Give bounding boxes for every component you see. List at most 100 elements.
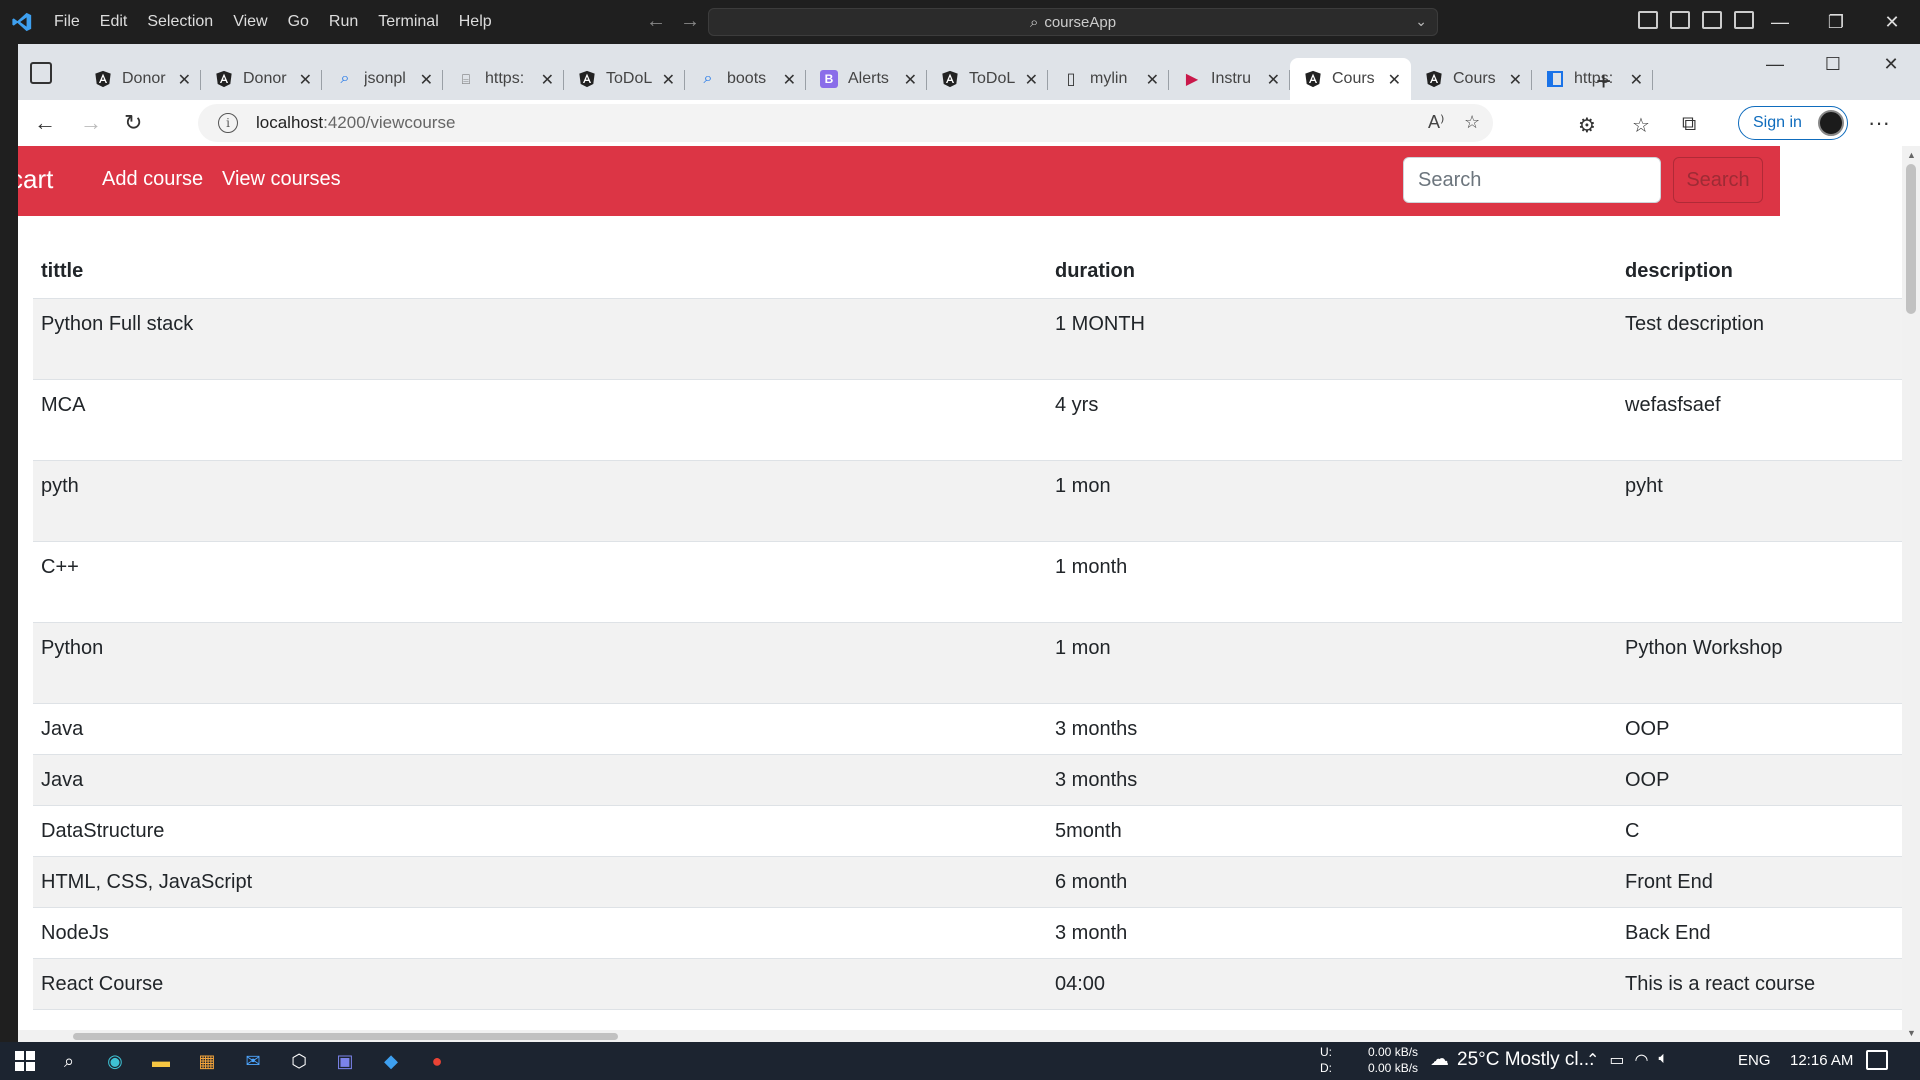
vscode-taskbar-icon[interactable]: ◆ xyxy=(378,1048,404,1074)
site-info-icon[interactable]: i xyxy=(218,113,238,133)
tab-title: Instru xyxy=(1211,70,1252,87)
chevron-down-icon[interactable]: ⌄ xyxy=(1415,13,1427,30)
notifications-icon[interactable] xyxy=(1866,1050,1888,1070)
menu-file[interactable]: File xyxy=(44,13,90,31)
tab-close-icon[interactable]: ✕ xyxy=(1267,70,1280,90)
tab-close-icon[interactable]: ✕ xyxy=(299,70,312,90)
command-center[interactable]: ⌕ courseApp ⌄ xyxy=(708,8,1438,36)
add-favorite-icon[interactable]: ☆ xyxy=(1464,112,1480,133)
scrollbar-thumb[interactable] xyxy=(1906,164,1916,314)
refresh-icon[interactable]: ↻ xyxy=(124,110,142,136)
volume-icon[interactable]: 🔈︎ xyxy=(1659,1050,1669,1070)
extensions-icon[interactable]: ⚙ xyxy=(1578,113,1596,138)
browser-tab[interactable]: ▶ Instru ✕ xyxy=(1169,58,1290,100)
windows-start-icon[interactable] xyxy=(12,1048,38,1074)
battery-icon[interactable]: ▭ xyxy=(1609,1050,1624,1070)
table-row: NodeJs 3 month Back End xyxy=(33,907,1913,959)
wifi-icon[interactable]: ◠ xyxy=(1635,1050,1649,1070)
toggle-secondary-sidebar-icon[interactable] xyxy=(1702,11,1722,29)
scroll-down-icon[interactable]: ▼ xyxy=(1907,1028,1916,1038)
close-icon[interactable]: ✕ xyxy=(1862,44,1920,84)
browser-tab[interactable]: Donor ✕ xyxy=(80,58,201,100)
vscode-nav-arrows: ← → xyxy=(646,10,700,33)
app-icon[interactable]: ⬡ xyxy=(286,1048,312,1074)
edge-icon[interactable]: ◉ xyxy=(102,1048,128,1074)
search-button[interactable]: Search xyxy=(1673,157,1763,203)
search-input[interactable] xyxy=(1403,157,1661,203)
collections-icon[interactable]: ⧉ xyxy=(1682,113,1696,136)
customize-layout-icon[interactable] xyxy=(1734,11,1754,29)
sign-in-button[interactable]: Sign in xyxy=(1738,106,1848,140)
browser-tab[interactable]: Cours ✕ xyxy=(1290,58,1411,100)
menu-view[interactable]: View xyxy=(223,13,277,31)
close-icon[interactable]: ✕ xyxy=(1864,0,1920,44)
forward-arrow-icon[interactable]: → xyxy=(680,10,700,33)
forward-arrow-icon[interactable]: → xyxy=(80,110,102,136)
browser-tab[interactable]: ToDoL ✕ xyxy=(927,58,1048,100)
browser-tab[interactable]: ToDoL ✕ xyxy=(564,58,685,100)
file-explorer-icon[interactable]: ▬ xyxy=(148,1048,174,1074)
toggle-panel-icon[interactable] xyxy=(1670,11,1690,29)
browser-tab[interactable]: ⌕ jsonpl ✕ xyxy=(322,58,443,100)
tab-close-icon[interactable]: ✕ xyxy=(1146,70,1159,90)
sign-in-label: Sign in xyxy=(1753,114,1802,131)
scroll-up-icon[interactable]: ▲ xyxy=(1907,150,1916,160)
menu-terminal[interactable]: Terminal xyxy=(368,13,448,31)
chrome-icon[interactable]: ● xyxy=(424,1048,450,1074)
toggle-sidebar-icon[interactable] xyxy=(1638,11,1658,29)
tab-close-icon[interactable]: ✕ xyxy=(541,70,554,90)
search-icon[interactable]: ⌕ xyxy=(56,1048,82,1074)
clock[interactable]: 12:16 AM xyxy=(1790,1052,1853,1069)
tab-close-icon[interactable]: ✕ xyxy=(783,70,796,90)
horizontal-scrollbar[interactable] xyxy=(18,1030,1902,1042)
restore-icon[interactable]: ❐ xyxy=(1808,0,1864,44)
tab-close-icon[interactable]: ✕ xyxy=(1509,70,1522,90)
tab-close-icon[interactable]: ✕ xyxy=(662,70,675,90)
mail-icon[interactable]: ✉ xyxy=(240,1048,266,1074)
more-options-icon[interactable]: ··· xyxy=(1868,110,1890,136)
store-icon[interactable]: ▦ xyxy=(194,1048,220,1074)
menu-help[interactable]: Help xyxy=(449,13,502,31)
browser-tab[interactable]: B Alerts ✕ xyxy=(806,58,927,100)
navbar-brand[interactable]: cart xyxy=(18,164,53,195)
nav-add-course[interactable]: Add course xyxy=(102,168,203,191)
address-bar[interactable]: i localhost:4200/viewcourse A⁾ ☆ xyxy=(198,104,1493,142)
browser-tab[interactable]: ⌸ https: ✕ xyxy=(443,58,564,100)
tab-actions-icon[interactable] xyxy=(30,62,52,84)
tab-close-icon[interactable]: ✕ xyxy=(1025,70,1038,90)
browser-tab[interactable]: ⌕ boots ✕ xyxy=(685,58,806,100)
cell-title: Python xyxy=(33,622,1047,704)
browser-tab[interactable]: Cours ✕ xyxy=(1411,58,1532,100)
menu-edit[interactable]: Edit xyxy=(90,13,138,31)
minimize-icon[interactable]: — xyxy=(1746,44,1804,84)
new-tab-icon[interactable]: + xyxy=(1596,66,1611,97)
back-arrow-icon[interactable]: ← xyxy=(34,110,56,136)
back-arrow-icon[interactable]: ← xyxy=(646,10,666,33)
browser-tab[interactable]: https: ✕ xyxy=(1532,58,1653,100)
favorites-icon[interactable]: ☆ xyxy=(1632,113,1650,138)
tab-close-icon[interactable]: ✕ xyxy=(1630,70,1643,90)
vscode-logo-icon[interactable] xyxy=(0,0,44,44)
cell-description xyxy=(1617,541,1913,623)
nav-view-courses[interactable]: View courses xyxy=(222,168,341,191)
browser-tab[interactable]: ▯ mylin ✕ xyxy=(1048,58,1169,100)
tab-title: jsonpl xyxy=(364,70,406,87)
menu-selection[interactable]: Selection xyxy=(137,13,223,31)
browser-tab[interactable]: Donor ✕ xyxy=(201,58,322,100)
read-aloud-icon[interactable]: A⁾ xyxy=(1428,112,1444,133)
weather-widget[interactable]: ☁ 25°C Mostly cl... xyxy=(1430,1048,1594,1071)
maximize-icon[interactable]: ☐ xyxy=(1804,44,1862,84)
teams-icon[interactable]: ▣ xyxy=(332,1048,358,1074)
scrollbar-thumb[interactable] xyxy=(73,1033,618,1040)
chevron-up-icon[interactable]: ⌃ xyxy=(1586,1050,1599,1070)
tab-close-icon[interactable]: ✕ xyxy=(1388,70,1401,90)
tab-close-icon[interactable]: ✕ xyxy=(178,70,191,90)
tab-close-icon[interactable]: ✕ xyxy=(904,70,917,90)
language-indicator[interactable]: ENG xyxy=(1738,1052,1771,1069)
tab-close-icon[interactable]: ✕ xyxy=(420,70,433,90)
table-row: React Course 04:00 This is a react course xyxy=(33,958,1913,1010)
vertical-scrollbar[interactable]: ▲ ▼ xyxy=(1902,146,1920,1042)
menu-run[interactable]: Run xyxy=(319,13,368,31)
menu-go[interactable]: Go xyxy=(278,13,319,31)
minimize-icon[interactable]: — xyxy=(1752,0,1808,44)
